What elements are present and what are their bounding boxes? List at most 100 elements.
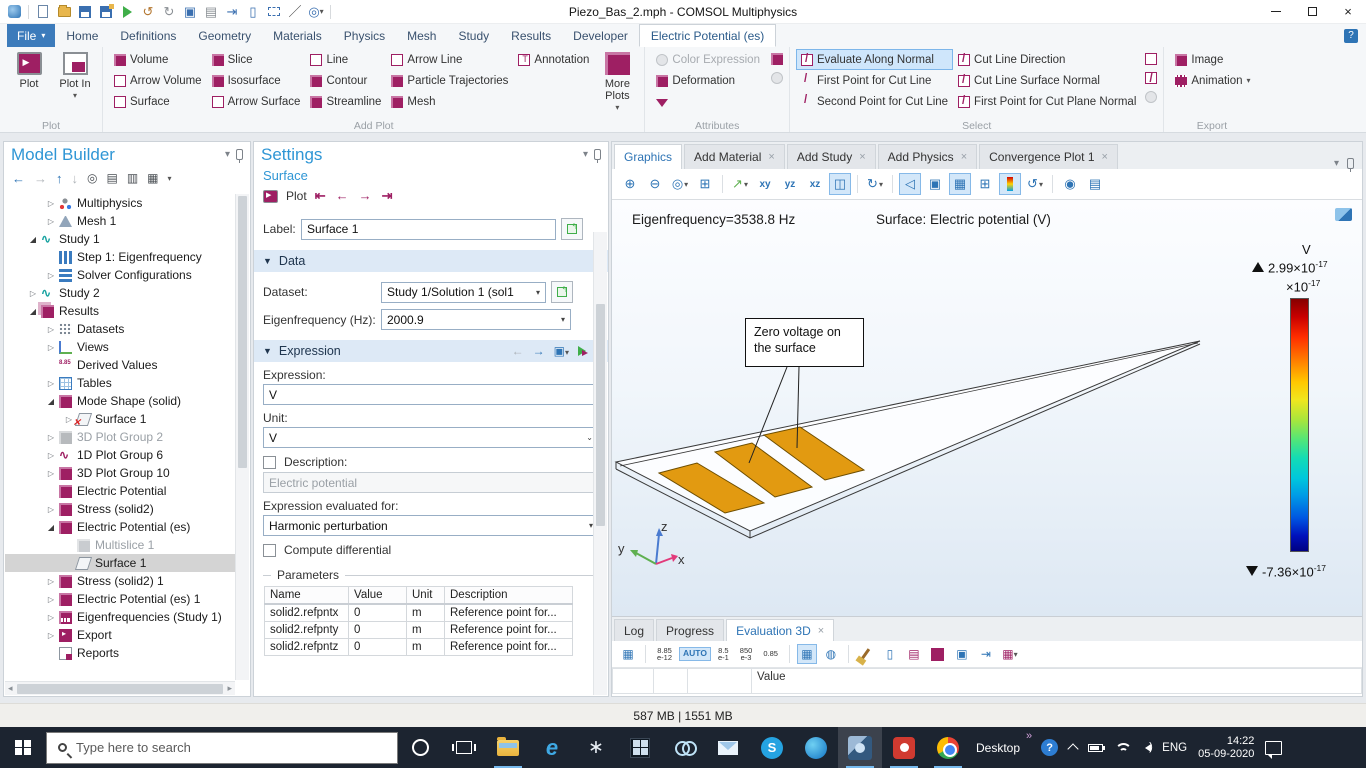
deformation-button[interactable]: Deformation <box>651 70 765 91</box>
data-section-header[interactable]: ▼Data <box>254 250 608 272</box>
forward-icon[interactable]: → <box>34 171 47 186</box>
tree-expanded-arrow-icon[interactable]: ◢ <box>45 523 57 532</box>
panel-menu-icon[interactable]: ▾ <box>583 149 588 160</box>
tree-item[interactable]: ▷Electric Potential (es) 1 <box>5 590 235 608</box>
tree-item[interactable]: ▷1D Plot Group 6 <box>5 446 235 464</box>
tree-collapsed-arrow-icon[interactable]: ▷ <box>45 325 57 334</box>
view-xz-icon[interactable]: xz <box>804 173 826 195</box>
animation-export-button[interactable]: Animation▾ <box>1170 70 1255 91</box>
minimize-button[interactable] <box>1258 0 1294 24</box>
ribbon-tab-results[interactable]: Results <box>500 24 562 47</box>
grid-icon[interactable]: ⊞ <box>974 173 996 195</box>
graphics-tab-add-study[interactable]: Add Study× <box>787 144 876 169</box>
precision-button[interactable]: AUTO <box>679 647 711 661</box>
tree-item[interactable]: ▷3D Plot Group 10 <box>5 464 235 482</box>
undo-icon[interactable]: ↺ <box>141 5 155 19</box>
store-button[interactable] <box>618 727 662 768</box>
action-center-icon[interactable] <box>1265 741 1282 755</box>
graphics-tab-add-physics[interactable]: Add Physics× <box>878 144 977 169</box>
plot-expression-icon[interactable] <box>578 346 586 356</box>
volume-icon[interactable] <box>1141 744 1151 752</box>
zoom-in-icon[interactable]: ⊕ <box>619 173 641 195</box>
plot-in-button[interactable]: Plot In▾ <box>52 49 98 102</box>
tree-collapsed-arrow-icon[interactable]: ▷ <box>45 379 57 388</box>
evaluate-along-normal-button[interactable]: Evaluate Along Normal <box>796 49 953 70</box>
plot-last-icon[interactable]: ⇥ <box>382 188 393 204</box>
ribbon-tab-definitions[interactable]: Definitions <box>109 24 187 47</box>
first-point-cut-plane-normal-button[interactable]: First Point for Cut Plane Normal <box>953 91 1141 112</box>
ribbon-tab-materials[interactable]: Materials <box>262 24 333 47</box>
recorder-button[interactable] <box>882 727 926 768</box>
delete-icon[interactable]: ▯ <box>246 5 260 19</box>
chevron-down-icon[interactable]: ▾ <box>168 174 172 183</box>
tree-item[interactable]: ◢Electric Potential (es) <box>5 518 235 536</box>
tree-item[interactable]: ▷Mesh 1 <box>5 212 235 230</box>
rename-button[interactable] <box>561 218 583 240</box>
model-tree-node-icon[interactable]: ▦ <box>147 171 158 185</box>
parameter-col-header[interactable]: Value <box>349 587 407 605</box>
parameter-col-header[interactable]: Unit <box>407 587 445 605</box>
language-label[interactable]: ENG <box>1162 742 1187 754</box>
plot-previous-icon[interactable]: ← <box>336 188 349 204</box>
hidden-icons-chevron[interactable] <box>1067 743 1078 754</box>
precision-button[interactable]: 0.85 <box>759 647 782 661</box>
cut-line-direction-button[interactable]: Cut Line Direction <box>953 49 1141 70</box>
duplicate-icon[interactable]: ⇥ <box>225 5 239 19</box>
particle-trajectories-button[interactable]: Particle Trajectories <box>386 70 513 91</box>
line-button[interactable]: Line <box>305 49 386 70</box>
tree-item[interactable]: ◢Study 1 <box>5 230 235 248</box>
close-tab-icon[interactable]: × <box>818 625 824 637</box>
save-as-icon[interactable] <box>99 5 113 19</box>
tree-collapsed-arrow-icon[interactable]: ▷ <box>27 289 39 298</box>
parameter-row[interactable]: solid2.refpntz0mReference point for... <box>265 639 573 656</box>
evaluation-tab-evaluation-3d[interactable]: Evaluation 3D× <box>726 619 834 641</box>
tree-item[interactable]: ▷Solver Configurations <box>5 266 235 284</box>
tree-item[interactable]: ▷Eigenfrequencies (Study 1) <box>5 608 235 626</box>
precision-button[interactable]: 8.5 e-1 <box>714 644 733 665</box>
zoom-out-icon[interactable]: ⊖ <box>644 173 666 195</box>
tree-item[interactable]: ▷Stress (solid2) <box>5 500 235 518</box>
tree-collapsed-arrow-icon[interactable]: ▷ <box>45 577 57 586</box>
ribbon-tab-home[interactable]: Home <box>55 24 109 47</box>
tree-item[interactable]: Reports <box>5 644 235 662</box>
wifi-icon[interactable] <box>1114 742 1130 754</box>
cut-line-surface-normal-button[interactable]: Cut Line Surface Normal <box>953 70 1141 91</box>
tree-collapsed-arrow-icon[interactable]: ▷ <box>45 595 57 604</box>
column-expand-icon[interactable]: » <box>267 587 271 588</box>
zoom-extents-icon[interactable]: ⊞ <box>694 173 716 195</box>
tree-item[interactable]: ▷Tables <box>5 374 235 392</box>
evaluation-tab-progress[interactable]: Progress <box>656 619 724 641</box>
maximize-button[interactable] <box>1294 0 1330 24</box>
delete-table-icon[interactable]: ▯ <box>880 644 900 664</box>
parameter-col-header[interactable]: Description <box>445 587 573 605</box>
tree-collapsed-arrow-icon[interactable]: ▷ <box>45 505 57 514</box>
tree-collapsed-arrow-icon[interactable]: ▷ <box>45 469 57 478</box>
tree-collapsed-arrow-icon[interactable]: ▷ <box>45 271 57 280</box>
full-precision-icon[interactable]: ▦ <box>797 644 817 664</box>
zoom-box-icon[interactable]: ◎▾ <box>669 173 691 195</box>
tree-expanded-arrow-icon[interactable]: ◢ <box>27 235 39 244</box>
skype-button[interactable]: S <box>750 727 794 768</box>
tree-item[interactable]: ▷Surface 1 <box>5 410 235 428</box>
first-point-cut-line-button[interactable]: First Point for Cut Line <box>796 70 953 91</box>
compute-differential-checkbox[interactable] <box>263 544 276 557</box>
task-view-button[interactable] <box>442 727 486 768</box>
search-input[interactable]: Type here to search <box>46 732 398 764</box>
onedrive-button[interactable] <box>662 727 706 768</box>
tree-expanded-arrow-icon[interactable]: ◢ <box>45 397 57 406</box>
parameter-row[interactable]: solid2.refpnty0mReference point for... <box>265 622 573 639</box>
scroll-right-icon[interactable]: ▸ <box>227 683 232 694</box>
plot-next-icon[interactable]: → <box>359 188 372 204</box>
isosurface-button[interactable]: Isosurface <box>207 70 306 91</box>
select-extra-icon-2[interactable] <box>1145 72 1157 84</box>
settings-vertical-scrollbar[interactable] <box>593 232 607 695</box>
edge-button[interactable]: e <box>530 727 574 768</box>
tree-collapsed-arrow-icon[interactable]: ▷ <box>45 433 57 442</box>
scroll-left-icon[interactable]: ◂ <box>8 683 13 694</box>
table-graph-icon[interactable]: ▤ <box>904 644 924 664</box>
tree-collapsed-arrow-icon[interactable]: ▷ <box>45 217 57 226</box>
tree-collapsed-arrow-icon[interactable]: ▷ <box>45 343 57 352</box>
ribbon-tab-geometry[interactable]: Geometry <box>187 24 262 47</box>
arrow-surface-button[interactable]: Arrow Surface <box>207 91 306 112</box>
tree-expanded-arrow-icon[interactable]: ◢ <box>27 307 39 316</box>
